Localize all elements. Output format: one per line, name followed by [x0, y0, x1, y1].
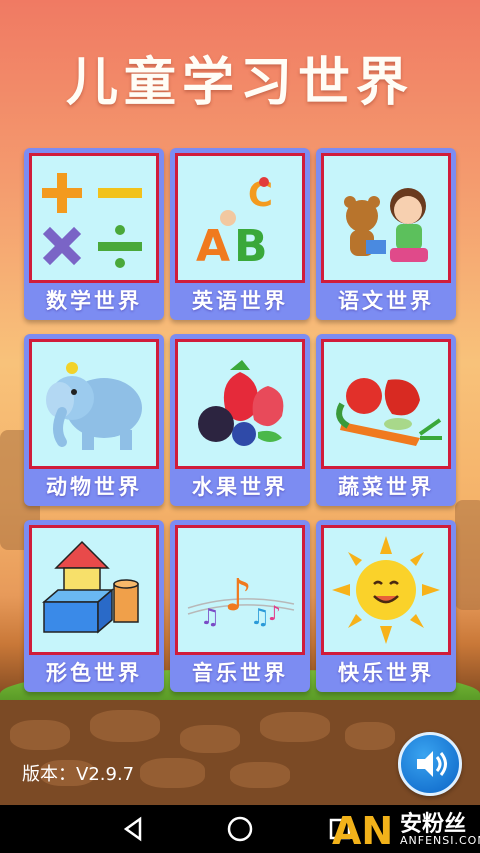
- card-label: 动物世界: [46, 474, 142, 499]
- card-label: 蔬菜世界: [338, 474, 434, 499]
- card-label: 水果世界: [192, 474, 288, 499]
- card-vegetables[interactable]: 蔬菜世界: [316, 334, 456, 506]
- watermark-logo: AN 安粉丝 ANFENSI.COM: [330, 804, 480, 853]
- svg-text:B: B: [234, 221, 268, 272]
- fruits-icon: [175, 339, 305, 469]
- card-label: 语文世界: [338, 288, 434, 313]
- sound-toggle-button[interactable]: [398, 732, 462, 796]
- card-fruits[interactable]: 水果世界: [170, 334, 310, 506]
- card-label: 英语世界: [192, 288, 288, 313]
- card-happy[interactable]: 快乐世界: [316, 520, 456, 692]
- bear-girl-icon: [321, 153, 451, 283]
- sun-icon: [321, 525, 451, 655]
- back-button[interactable]: [118, 813, 150, 845]
- svg-text:♪: ♪: [224, 570, 252, 621]
- svg-text:AN: AN: [332, 809, 393, 853]
- watermark-subtext: ANFENSI.COM: [400, 834, 480, 847]
- home-button[interactable]: [224, 813, 256, 845]
- svg-text:A: A: [196, 221, 230, 272]
- an-logo-icon: AN: [332, 809, 393, 853]
- vegetables-icon: [321, 339, 451, 469]
- shape-blocks-icon: [29, 525, 159, 655]
- speaker-icon: [417, 751, 447, 777]
- card-math[interactable]: 数学世界: [24, 148, 164, 320]
- app-title: 儿童学习世界: [65, 52, 414, 113]
- card-label: 音乐世界: [192, 660, 288, 685]
- abc-letters-icon: C A B: [175, 153, 305, 283]
- svg-text:♫: ♫: [250, 605, 270, 630]
- card-label: 数学世界: [46, 288, 142, 313]
- elephant-icon: [29, 339, 159, 469]
- version-text: 版本：V2.9.7: [22, 764, 135, 785]
- card-label: 快乐世界: [338, 660, 434, 685]
- svg-text:♪: ♪: [268, 601, 281, 625]
- music-notes-icon: ♪ ♫ ♫ ♪: [175, 525, 305, 655]
- back-triangle-icon: [123, 816, 142, 842]
- card-label: 形色世界: [46, 660, 142, 685]
- svg-text:♫: ♫: [200, 605, 220, 630]
- card-music[interactable]: ♪ ♫ ♫ ♪ 音乐世界: [170, 520, 310, 692]
- card-english[interactable]: C A B 英语世界: [170, 148, 310, 320]
- math-symbols-icon: [29, 153, 159, 283]
- home-circle-icon: [227, 816, 253, 842]
- card-shapes[interactable]: 形色世界: [24, 520, 164, 692]
- card-chinese[interactable]: 语文世界: [316, 148, 456, 320]
- card-animals[interactable]: 动物世界: [24, 334, 164, 506]
